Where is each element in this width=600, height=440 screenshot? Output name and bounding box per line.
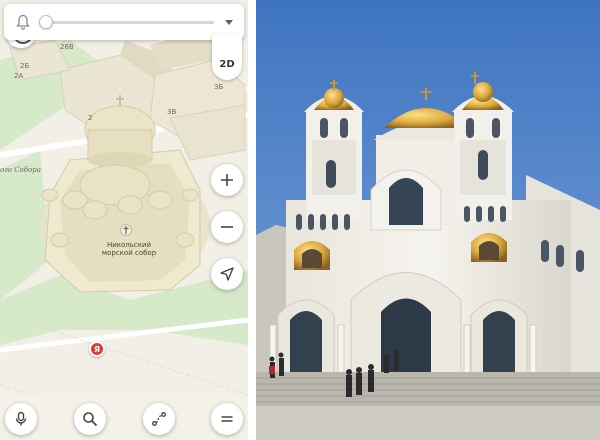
routes-button[interactable] [143,403,175,435]
building-number: 26В [60,43,74,51]
zoom-in-button[interactable] [211,164,243,196]
view-mode-toggle[interactable]: 2D [212,34,242,80]
plus-icon [221,174,233,186]
street-label: ого Собора [0,166,41,174]
street-photo [256,0,600,440]
zoom-out-button[interactable] [211,211,243,243]
time-slider[interactable] [42,21,214,24]
minus-icon [221,226,233,228]
building-number: 3Б [214,83,224,91]
poi-label[interactable]: Никольский морской собор [94,241,164,257]
building-number: 3В [167,108,177,116]
poi-name-line2: морской собор [101,249,157,257]
user-location-pin[interactable]: Я [89,341,105,357]
menu-button[interactable] [211,403,243,435]
route-icon [152,412,166,426]
map-canvas [0,30,248,440]
building-number: 2Б [20,62,30,70]
search-button[interactable] [74,403,106,435]
view-mode-label: 2D [219,59,235,70]
search-icon [83,412,98,427]
slider-thumb[interactable] [39,15,53,29]
voice-search-button[interactable] [5,403,37,435]
poi-name-line1: Никольский [106,241,152,249]
menu-icon [221,416,233,422]
locate-me-button[interactable] [211,258,243,290]
location-arrow-icon [220,267,234,281]
church-icon[interactable] [120,224,132,236]
building-number: 2 [88,114,93,122]
building-number: 2А [14,72,24,80]
bell-icon[interactable] [14,13,32,31]
cathedral-photo [256,0,600,440]
map-view[interactable]: 26В 2Б 2А 3Б 2 3В ого Собора Никольский … [0,0,248,440]
microphone-icon [15,411,27,426]
top-control-bar [4,4,244,40]
chevron-down-icon[interactable] [224,17,234,27]
